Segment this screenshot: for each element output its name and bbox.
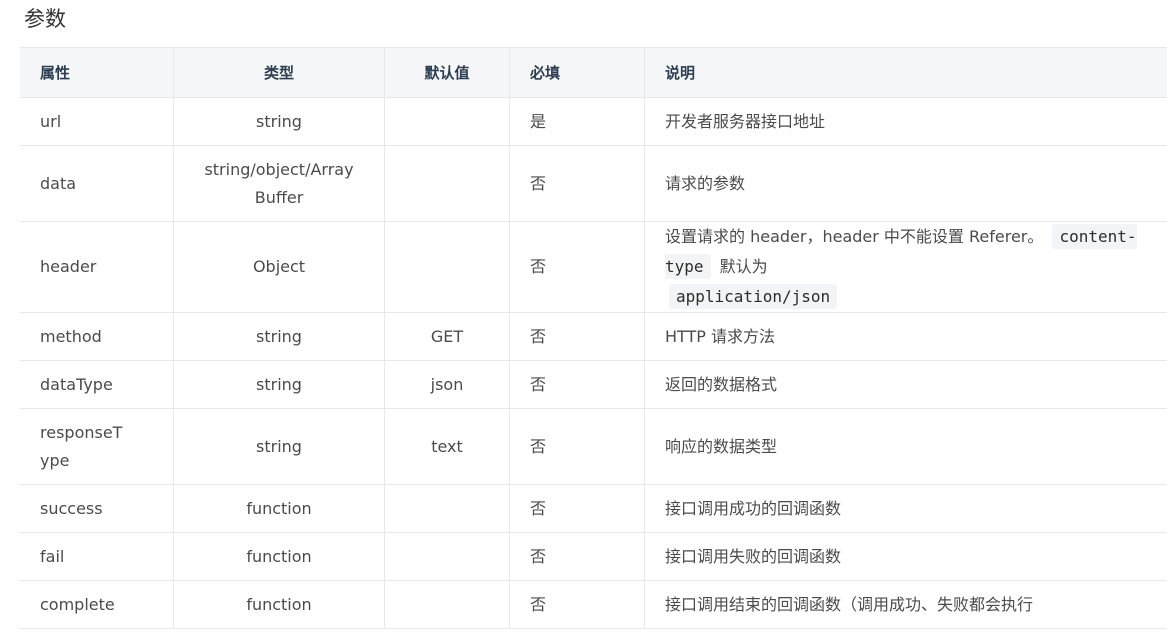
table-row: fail function 否 接口调用失败的回调函数 — [20, 532, 1167, 581]
header-attr: 属性 — [20, 47, 174, 98]
cell-default — [384, 145, 510, 222]
parameters-table: 属性 类型 默认值 必填 说明 url string 是 开发者服务器接口地址 … — [20, 47, 1167, 629]
cell-default: GET — [384, 312, 510, 361]
header-required: 必填 — [509, 47, 645, 98]
header-type: 类型 — [173, 47, 385, 98]
table-row: dataType string json 否 返回的数据格式 — [20, 360, 1167, 409]
cell-required: 否 — [509, 360, 645, 409]
cell-type-text: string/object/ArrayBuffer — [204, 159, 354, 207]
table-row: method string GET 否 HTTP 请求方法 — [20, 312, 1167, 361]
cell-desc: 响应的数据类型 — [644, 408, 1167, 485]
cell-default — [384, 97, 510, 146]
cell-desc: HTTP 请求方法 — [644, 312, 1167, 361]
cell-desc: 设置请求的 header，header 中不能设置 Referer。 conte… — [644, 221, 1167, 313]
table-header-row: 属性 类型 默认值 必填 说明 — [20, 47, 1167, 98]
table-row: success function 否 接口调用成功的回调函数 — [20, 484, 1167, 533]
cell-default — [384, 484, 510, 533]
cell-type: string/object/ArrayBuffer — [173, 145, 385, 222]
table-row: responseType string text 否 响应的数据类型 — [20, 408, 1167, 485]
cell-type: string — [173, 312, 385, 361]
section-title: 参数 — [24, 7, 66, 31]
cell-attr: success — [20, 484, 174, 533]
cell-type: Object — [173, 221, 385, 313]
table-row: header Object 否 设置请求的 header，header 中不能设… — [20, 221, 1167, 313]
cell-required: 否 — [509, 221, 645, 313]
cell-type: string — [173, 360, 385, 409]
cell-default: json — [384, 360, 510, 409]
desc-text: 默认为 — [719, 257, 768, 276]
cell-type: function — [173, 532, 385, 581]
cell-desc: 返回的数据格式 — [644, 360, 1167, 409]
inline-code: application/json — [669, 284, 838, 309]
cell-type: function — [173, 484, 385, 533]
cell-attr: dataType — [20, 360, 174, 409]
cell-attr: url — [20, 97, 174, 146]
cell-desc: 接口调用结束的回调函数（调用成功、失败都会执行 — [644, 580, 1167, 629]
cell-attr: header — [20, 221, 174, 313]
cell-desc: 接口调用失败的回调函数 — [644, 532, 1167, 581]
cell-type: function — [173, 580, 385, 629]
cell-attr-text: responseType — [40, 422, 123, 470]
cell-default — [384, 221, 510, 313]
cell-desc: 开发者服务器接口地址 — [644, 97, 1167, 146]
cell-required: 是 — [509, 97, 645, 146]
header-desc: 说明 — [644, 47, 1167, 98]
cell-type: string — [173, 97, 385, 146]
cell-attr: fail — [20, 532, 174, 581]
cell-required: 否 — [509, 484, 645, 533]
cell-desc: 请求的参数 — [644, 145, 1167, 222]
cell-required: 否 — [509, 145, 645, 222]
table-row: complete function 否 接口调用结束的回调函数（调用成功、失败都… — [20, 580, 1167, 629]
cell-required: 否 — [509, 312, 645, 361]
cell-required: 否 — [509, 408, 645, 485]
cell-default — [384, 532, 510, 581]
cell-type: string — [173, 408, 385, 485]
cell-desc: 接口调用成功的回调函数 — [644, 484, 1167, 533]
cell-attr: method — [20, 312, 174, 361]
cell-attr: responseType — [20, 408, 174, 485]
table-row: data string/object/ArrayBuffer 否 请求的参数 — [20, 145, 1167, 222]
cell-attr: data — [20, 145, 174, 222]
cell-required: 否 — [509, 532, 645, 581]
desc-text: 设置请求的 header，header 中不能设置 Referer。 — [665, 227, 1044, 246]
cell-attr: complete — [20, 580, 174, 629]
header-default: 默认值 — [384, 47, 510, 98]
cell-default — [384, 580, 510, 629]
cell-required: 否 — [509, 580, 645, 629]
table-row: url string 是 开发者服务器接口地址 — [20, 97, 1167, 146]
cell-default: text — [384, 408, 510, 485]
